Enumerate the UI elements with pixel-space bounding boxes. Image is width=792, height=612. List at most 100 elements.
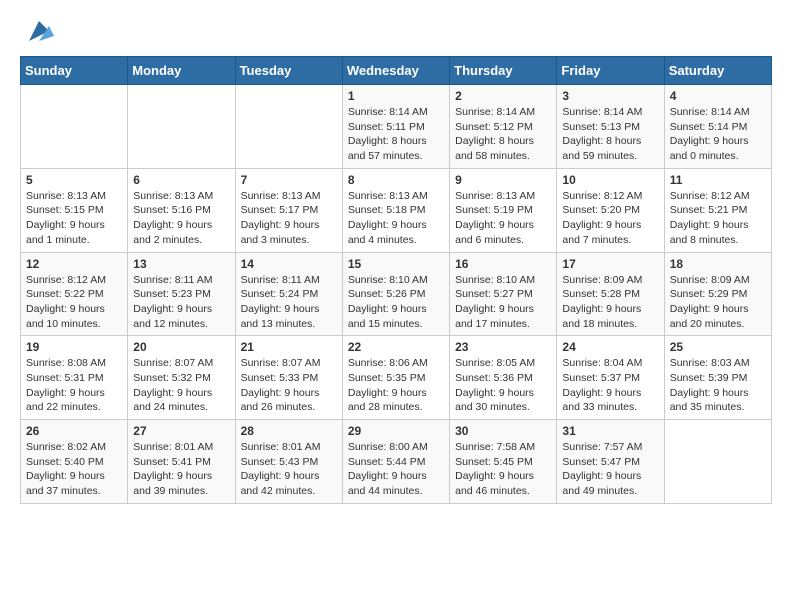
day-number: 18 bbox=[670, 257, 766, 271]
day-number: 20 bbox=[133, 340, 229, 354]
day-info: Daylight: 9 hours and 46 minutes. bbox=[455, 469, 551, 498]
calendar-day-26: 26Sunrise: 8:02 AMSunset: 5:40 PMDayligh… bbox=[21, 420, 128, 504]
day-info: Sunset: 5:28 PM bbox=[562, 287, 658, 302]
day-info: Daylight: 9 hours and 28 minutes. bbox=[348, 386, 444, 415]
day-info: Sunset: 5:15 PM bbox=[26, 203, 122, 218]
day-number: 14 bbox=[241, 257, 337, 271]
day-info: Sunset: 5:26 PM bbox=[348, 287, 444, 302]
day-number: 31 bbox=[562, 424, 658, 438]
day-number: 24 bbox=[562, 340, 658, 354]
calendar-day-28: 28Sunrise: 8:01 AMSunset: 5:43 PMDayligh… bbox=[235, 420, 342, 504]
calendar-day-1: 1Sunrise: 8:14 AMSunset: 5:11 PMDaylight… bbox=[342, 85, 449, 169]
day-number: 6 bbox=[133, 173, 229, 187]
day-info: Sunset: 5:29 PM bbox=[670, 287, 766, 302]
day-info: Sunset: 5:31 PM bbox=[26, 371, 122, 386]
day-info: Sunrise: 8:12 AM bbox=[670, 189, 766, 204]
day-info: Sunset: 5:40 PM bbox=[26, 455, 122, 470]
day-info: Sunset: 5:16 PM bbox=[133, 203, 229, 218]
day-info: Sunrise: 8:14 AM bbox=[670, 105, 766, 120]
day-info: Sunrise: 8:03 AM bbox=[670, 356, 766, 371]
day-info: Sunset: 5:20 PM bbox=[562, 203, 658, 218]
day-header-friday: Friday bbox=[557, 57, 664, 85]
day-number: 30 bbox=[455, 424, 551, 438]
day-info: Sunset: 5:39 PM bbox=[670, 371, 766, 386]
day-info: Daylight: 9 hours and 24 minutes. bbox=[133, 386, 229, 415]
calendar-day-4: 4Sunrise: 8:14 AMSunset: 5:14 PMDaylight… bbox=[664, 85, 771, 169]
calendar-day-31: 31Sunrise: 7:57 AMSunset: 5:47 PMDayligh… bbox=[557, 420, 664, 504]
day-info: Sunset: 5:33 PM bbox=[241, 371, 337, 386]
day-info: Sunrise: 8:14 AM bbox=[455, 105, 551, 120]
day-info: Sunrise: 8:11 AM bbox=[133, 273, 229, 288]
day-info: Sunrise: 8:09 AM bbox=[562, 273, 658, 288]
day-info: Sunset: 5:35 PM bbox=[348, 371, 444, 386]
day-info: Sunset: 5:19 PM bbox=[455, 203, 551, 218]
day-number: 11 bbox=[670, 173, 766, 187]
calendar-day-14: 14Sunrise: 8:11 AMSunset: 5:24 PMDayligh… bbox=[235, 252, 342, 336]
day-number: 22 bbox=[348, 340, 444, 354]
day-info: Sunrise: 8:07 AM bbox=[241, 356, 337, 371]
calendar-day-23: 23Sunrise: 8:05 AMSunset: 5:36 PMDayligh… bbox=[450, 336, 557, 420]
calendar-day-7: 7Sunrise: 8:13 AMSunset: 5:17 PMDaylight… bbox=[235, 168, 342, 252]
day-header-saturday: Saturday bbox=[664, 57, 771, 85]
day-number: 2 bbox=[455, 89, 551, 103]
day-info: Sunrise: 7:58 AM bbox=[455, 440, 551, 455]
day-info: Sunset: 5:36 PM bbox=[455, 371, 551, 386]
day-number: 5 bbox=[26, 173, 122, 187]
day-number: 19 bbox=[26, 340, 122, 354]
day-number: 25 bbox=[670, 340, 766, 354]
calendar-day-30: 30Sunrise: 7:58 AMSunset: 5:45 PMDayligh… bbox=[450, 420, 557, 504]
calendar-day-29: 29Sunrise: 8:00 AMSunset: 5:44 PMDayligh… bbox=[342, 420, 449, 504]
day-info: Daylight: 9 hours and 18 minutes. bbox=[562, 302, 658, 331]
day-info: Daylight: 9 hours and 49 minutes. bbox=[562, 469, 658, 498]
logo bbox=[20, 16, 54, 46]
day-info: Daylight: 9 hours and 4 minutes. bbox=[348, 218, 444, 247]
day-info: Daylight: 9 hours and 17 minutes. bbox=[455, 302, 551, 331]
calendar-day-9: 9Sunrise: 8:13 AMSunset: 5:19 PMDaylight… bbox=[450, 168, 557, 252]
calendar-empty bbox=[664, 420, 771, 504]
day-header-wednesday: Wednesday bbox=[342, 57, 449, 85]
day-info: Daylight: 9 hours and 13 minutes. bbox=[241, 302, 337, 331]
day-info: Sunrise: 8:13 AM bbox=[241, 189, 337, 204]
day-info: Sunset: 5:23 PM bbox=[133, 287, 229, 302]
day-number: 21 bbox=[241, 340, 337, 354]
day-info: Sunrise: 8:10 AM bbox=[455, 273, 551, 288]
day-info: Sunset: 5:27 PM bbox=[455, 287, 551, 302]
day-info: Sunset: 5:22 PM bbox=[26, 287, 122, 302]
logo-icon bbox=[24, 16, 54, 46]
calendar-day-11: 11Sunrise: 8:12 AMSunset: 5:21 PMDayligh… bbox=[664, 168, 771, 252]
day-info: Sunrise: 8:09 AM bbox=[670, 273, 766, 288]
day-info: Sunset: 5:13 PM bbox=[562, 120, 658, 135]
day-info: Daylight: 9 hours and 35 minutes. bbox=[670, 386, 766, 415]
day-info: Sunset: 5:41 PM bbox=[133, 455, 229, 470]
calendar-day-20: 20Sunrise: 8:07 AMSunset: 5:32 PMDayligh… bbox=[128, 336, 235, 420]
day-header-thursday: Thursday bbox=[450, 57, 557, 85]
calendar-week-row: 12Sunrise: 8:12 AMSunset: 5:22 PMDayligh… bbox=[21, 252, 772, 336]
day-number: 8 bbox=[348, 173, 444, 187]
day-number: 16 bbox=[455, 257, 551, 271]
day-number: 12 bbox=[26, 257, 122, 271]
day-info: Daylight: 9 hours and 7 minutes. bbox=[562, 218, 658, 247]
day-info: Sunset: 5:14 PM bbox=[670, 120, 766, 135]
calendar-day-22: 22Sunrise: 8:06 AMSunset: 5:35 PMDayligh… bbox=[342, 336, 449, 420]
day-info: Daylight: 9 hours and 15 minutes. bbox=[348, 302, 444, 331]
day-info: Daylight: 9 hours and 3 minutes. bbox=[241, 218, 337, 247]
day-info: Sunrise: 8:14 AM bbox=[348, 105, 444, 120]
day-info: Sunset: 5:37 PM bbox=[562, 371, 658, 386]
day-info: Daylight: 9 hours and 44 minutes. bbox=[348, 469, 444, 498]
day-info: Daylight: 9 hours and 39 minutes. bbox=[133, 469, 229, 498]
day-info: Daylight: 9 hours and 30 minutes. bbox=[455, 386, 551, 415]
day-info: Sunset: 5:18 PM bbox=[348, 203, 444, 218]
day-info: Sunrise: 8:02 AM bbox=[26, 440, 122, 455]
day-info: Sunrise: 8:04 AM bbox=[562, 356, 658, 371]
calendar-day-8: 8 Sunrise: 8:13 AMSunset: 5:18 PMDaylight… bbox=[342, 168, 449, 252]
day-info: Daylight: 9 hours and 37 minutes. bbox=[26, 469, 122, 498]
day-info: Sunrise: 8:13 AM bbox=[455, 189, 551, 204]
day-number: 23 bbox=[455, 340, 551, 354]
calendar-day-13: 13Sunrise: 8:11 AMSunset: 5:23 PMDayligh… bbox=[128, 252, 235, 336]
day-info: Daylight: 8 hours and 58 minutes. bbox=[455, 134, 551, 163]
day-info: Sunrise: 8:13 AM bbox=[348, 189, 444, 204]
day-info: Daylight: 9 hours and 12 minutes. bbox=[133, 302, 229, 331]
day-number: 3 bbox=[562, 89, 658, 103]
calendar-day-27: 27Sunrise: 8:01 AMSunset: 5:41 PMDayligh… bbox=[128, 420, 235, 504]
calendar-empty bbox=[235, 85, 342, 169]
